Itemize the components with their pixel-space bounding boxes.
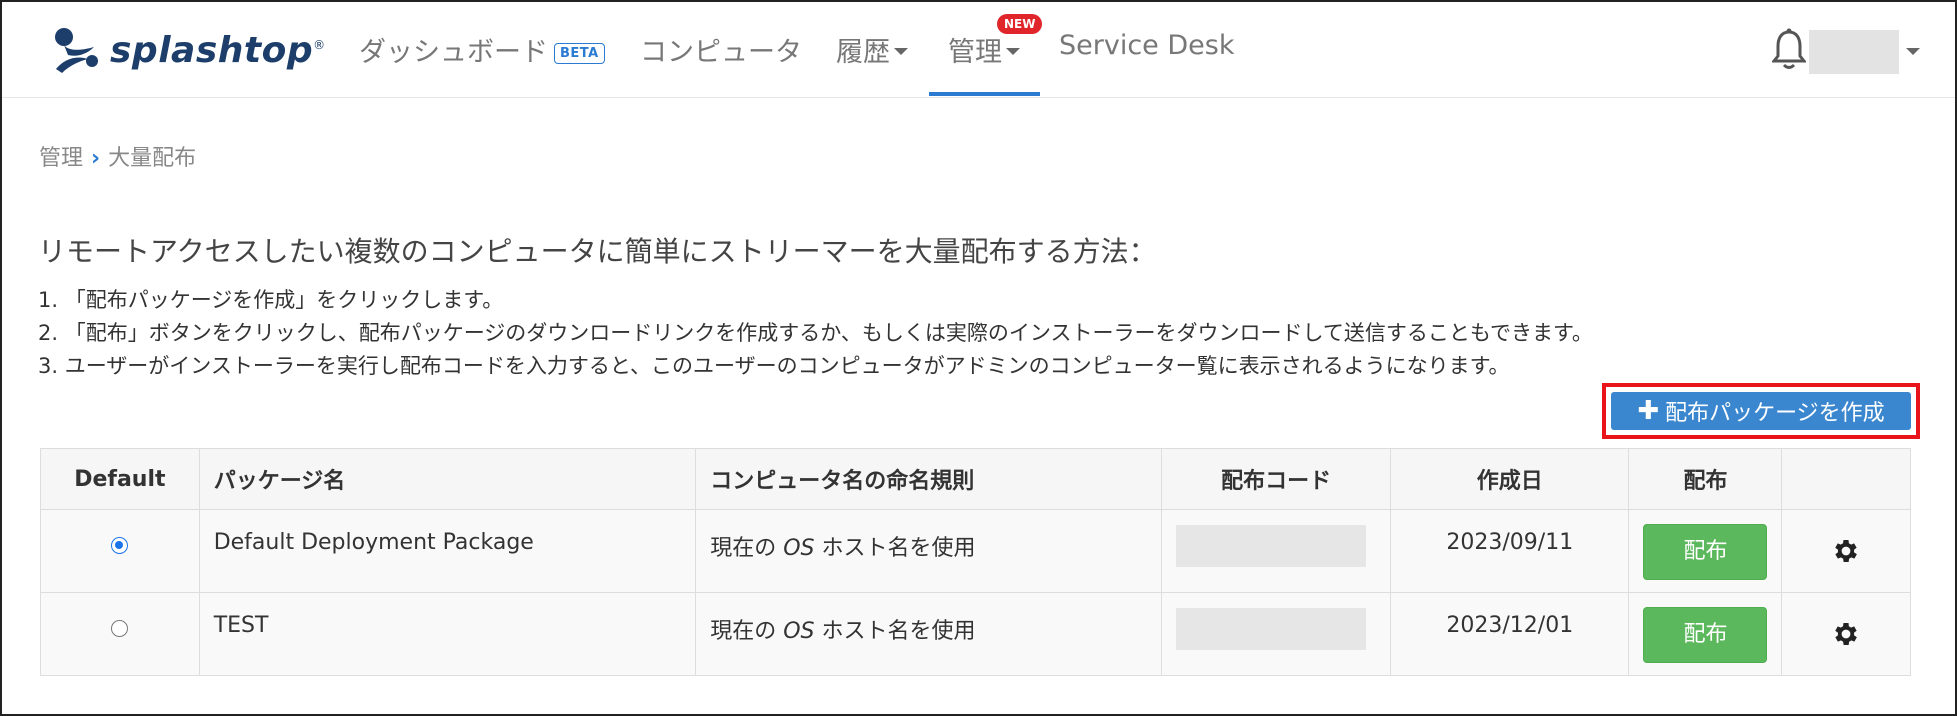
naming-rule-prefix: 現在の <box>710 536 784 561</box>
splashtop-logo-icon <box>55 28 98 73</box>
user-account-menu[interactable] <box>1809 30 1899 74</box>
naming-rule-prefix: 現在の <box>710 619 784 644</box>
nav-item-computers[interactable]: コンピュータ <box>640 30 802 69</box>
gear-icon[interactable] <box>1831 536 1861 572</box>
chevron-down-icon <box>894 48 908 55</box>
deploy-button[interactable]: 配布 <box>1643 524 1768 580</box>
created-date-cell: 2023/09/11 <box>1390 509 1630 593</box>
created-date-cell: 2023/12/01 <box>1390 592 1630 676</box>
naming-rule: 現在の OS ホスト名を使用 <box>710 510 1147 562</box>
step-1: 1. 「配布パッケージを作成」をクリックします。 <box>38 288 504 312</box>
created-date: 2023/09/11 <box>1446 530 1574 555</box>
col-header-package-name: パッケージ名 <box>198 448 697 510</box>
nav-item-management[interactable]: 管理 <box>948 30 1020 69</box>
table-header-row: Default パッケージ名 コンピュータ名の命名規則 配布コード 作成日 配布 <box>40 448 1911 510</box>
col-header-naming-rule: コンピュータ名の命名規則 <box>695 448 1163 510</box>
package-table: Default パッケージ名 コンピュータ名の命名規則 配布コード 作成日 配布… <box>40 448 1911 676</box>
deploy-code-redacted <box>1176 608 1367 650</box>
naming-rule: 現在の OS ホスト名を使用 <box>710 593 1147 645</box>
gear-icon[interactable] <box>1831 619 1861 655</box>
nav-item-dashboard[interactable]: ダッシュボード BETA <box>359 30 605 69</box>
nav-item-dashboard-label: ダッシュボード <box>359 37 548 68</box>
deploy-code-redacted <box>1176 525 1367 567</box>
beta-badge: BETA <box>554 43 605 64</box>
naming-rule-suffix: ホスト名を使用 <box>814 619 976 644</box>
col-header-default: Default <box>40 448 200 510</box>
created-date: 2023/12/01 <box>1446 613 1574 638</box>
nav-item-history-label: 履歴 <box>836 37 890 68</box>
step-3: 3. ユーザーがインストーラーを実行し配布コードを入力すると、このユーザーのコン… <box>38 354 1510 378</box>
default-radio[interactable] <box>111 537 129 554</box>
col-header-created-date: 作成日 <box>1390 448 1630 510</box>
nav-item-service-desk[interactable]: Service Desk <box>1059 30 1234 61</box>
naming-rule-cell: 現在の OS ホスト名を使用 <box>695 592 1163 676</box>
settings-cell <box>1781 592 1911 676</box>
naming-rule-cell: 現在の OS ホスト名を使用 <box>695 509 1163 593</box>
deploy-code-cell <box>1161 592 1392 676</box>
package-name-cell: TEST <box>198 592 697 676</box>
chevron-down-icon <box>1006 48 1020 55</box>
logo-wordmark: splashtop® <box>110 29 326 71</box>
instruction-steps: 1. 「配布パッケージを作成」をクリックします。 2. 「配布」ボタンをクリック… <box>38 284 1593 383</box>
splashtop-logo[interactable]: splashtop® <box>50 20 326 80</box>
create-button-highlight: ✚ 配布パッケージを作成 <box>1602 383 1920 439</box>
new-badge: NEW <box>997 14 1043 34</box>
deploy-cell: 配布 <box>1628 509 1783 593</box>
col-header-deploy-code: 配布コード <box>1161 448 1392 510</box>
col-header-settings <box>1781 448 1911 510</box>
app-window: splashtop® ダッシュボード BETA コンピュータ 履歴 管理 NEW … <box>0 0 1957 716</box>
deploy-button[interactable]: 配布 <box>1643 607 1768 663</box>
settings-cell <box>1781 509 1911 593</box>
naming-rule-os: OS <box>783 536 815 561</box>
plus-icon: ✚ <box>1637 396 1660 426</box>
naming-rule-os: OS <box>783 619 815 644</box>
bell-icon[interactable] <box>1770 28 1808 76</box>
default-radio[interactable] <box>111 620 129 637</box>
breadcrumb: 管理 › 大量配布 <box>39 140 196 172</box>
chevron-down-icon[interactable] <box>1906 48 1920 55</box>
naming-rule-suffix: ホスト名を使用 <box>814 536 976 561</box>
package-name-cell: Default Deployment Package <box>198 509 697 593</box>
breadcrumb-current: 大量配布 <box>108 146 197 171</box>
page-heading: リモートアクセスしたい複数のコンピュータに簡単にストリーマーを大量配布する方法： <box>38 235 1157 268</box>
default-cell <box>40 592 200 676</box>
col-header-deploy: 配布 <box>1628 448 1783 510</box>
active-tab-indicator <box>929 92 1040 96</box>
step-2: 2. 「配布」ボタンをクリックし、配布パッケージのダウンロードリンクを作成するか… <box>38 321 1593 345</box>
package-name: Default Deployment Package <box>213 530 534 555</box>
nav-item-service-desk-label: Service Desk <box>1059 30 1235 61</box>
nav-item-history[interactable]: 履歴 <box>836 30 908 69</box>
chevron-right-icon: › <box>91 146 101 171</box>
create-package-button[interactable]: ✚ 配布パッケージを作成 <box>1611 392 1911 430</box>
deploy-code-cell <box>1161 509 1392 593</box>
top-navbar: splashtop® ダッシュボード BETA コンピュータ 履歴 管理 NEW … <box>2 2 1955 98</box>
nav-item-computers-label: コンピュータ <box>640 37 802 68</box>
table-row: Default Deployment Package 現在の OS ホスト名を使… <box>40 509 1911 593</box>
default-cell <box>40 509 200 593</box>
deploy-cell: 配布 <box>1628 592 1783 676</box>
breadcrumb-parent[interactable]: 管理 <box>39 146 83 171</box>
package-name: TEST <box>213 613 269 638</box>
nav-item-management-label: 管理 <box>948 37 1002 68</box>
create-package-button-label: 配布パッケージを作成 <box>1665 401 1885 426</box>
table-row: TEST 現在の OS ホスト名を使用 2023/12/01 配布 <box>40 592 1911 676</box>
